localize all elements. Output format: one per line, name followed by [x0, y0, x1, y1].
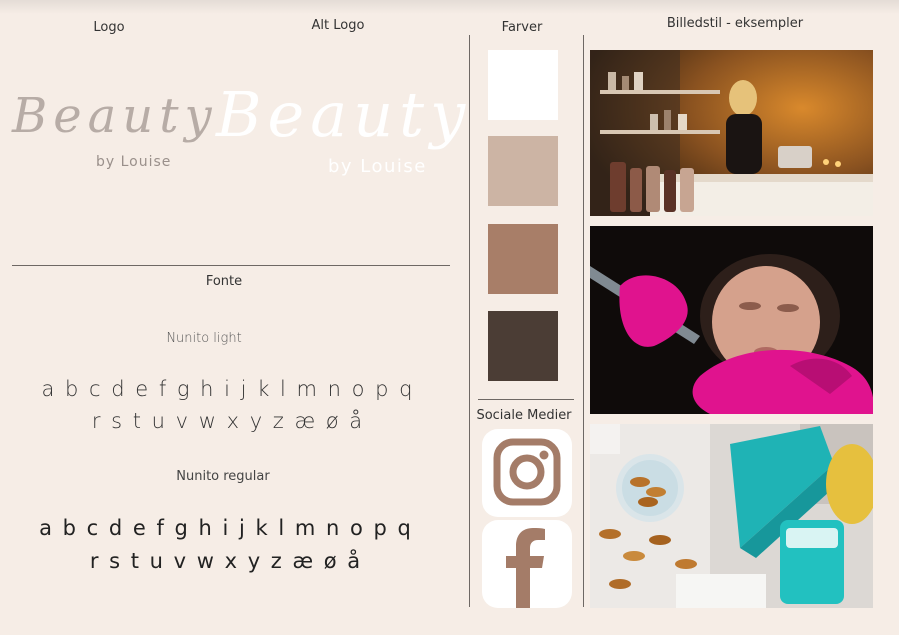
color-swatch-white [488, 50, 558, 120]
facial-treatment-photo [590, 226, 873, 414]
right-column-divider [583, 35, 584, 607]
colors-social-divider [478, 399, 574, 400]
logo-tagline: by Louise [96, 154, 172, 170]
font-sample-regular-line1: a b c d e f g h i j k l m n o p q [39, 516, 413, 540]
facebook-icon [506, 528, 545, 608]
color-swatch-brown [488, 224, 558, 294]
alt-logo-wordmark: Beauty [216, 78, 472, 151]
logo-heading: Logo [93, 20, 125, 35]
fonts-heading: Fonte [205, 274, 243, 289]
alt-logo-tagline: by Louise [328, 156, 427, 177]
left-column-divider [469, 35, 470, 607]
logo: Beauty by Louise [10, 88, 212, 178]
font-name-light: Nunito light [166, 331, 242, 346]
facebook-tile[interactable] [482, 520, 572, 608]
social-heading: Sociale Medier [476, 408, 572, 423]
salon-reception-photo [590, 50, 873, 216]
alt-logo-heading: Alt Logo [311, 18, 365, 33]
skincare-products-photo [590, 424, 873, 608]
instagram-tile[interactable] [482, 429, 572, 517]
logo-wordmark: Beauty [12, 88, 218, 144]
logo-fonts-divider [12, 265, 450, 266]
color-swatch-dark-brown [488, 311, 558, 381]
color-swatch-beige [488, 136, 558, 206]
font-name-regular: Nunito regular [176, 469, 270, 484]
alt-logo: Beauty by Louise [212, 78, 467, 193]
top-shadow [0, 0, 899, 14]
instagram-icon [493, 438, 561, 506]
font-sample-regular-line2: r s t u v w x y z æ ø å [89, 549, 363, 573]
font-sample-light-line1: a b c d e f g h i j k l m n o p q [41, 377, 415, 401]
colors-heading: Farver [501, 20, 543, 35]
image-style-heading: Billedstil - eksempler [666, 16, 804, 31]
font-sample-light-line2: r s t u v w x y z æ ø å [91, 409, 365, 433]
